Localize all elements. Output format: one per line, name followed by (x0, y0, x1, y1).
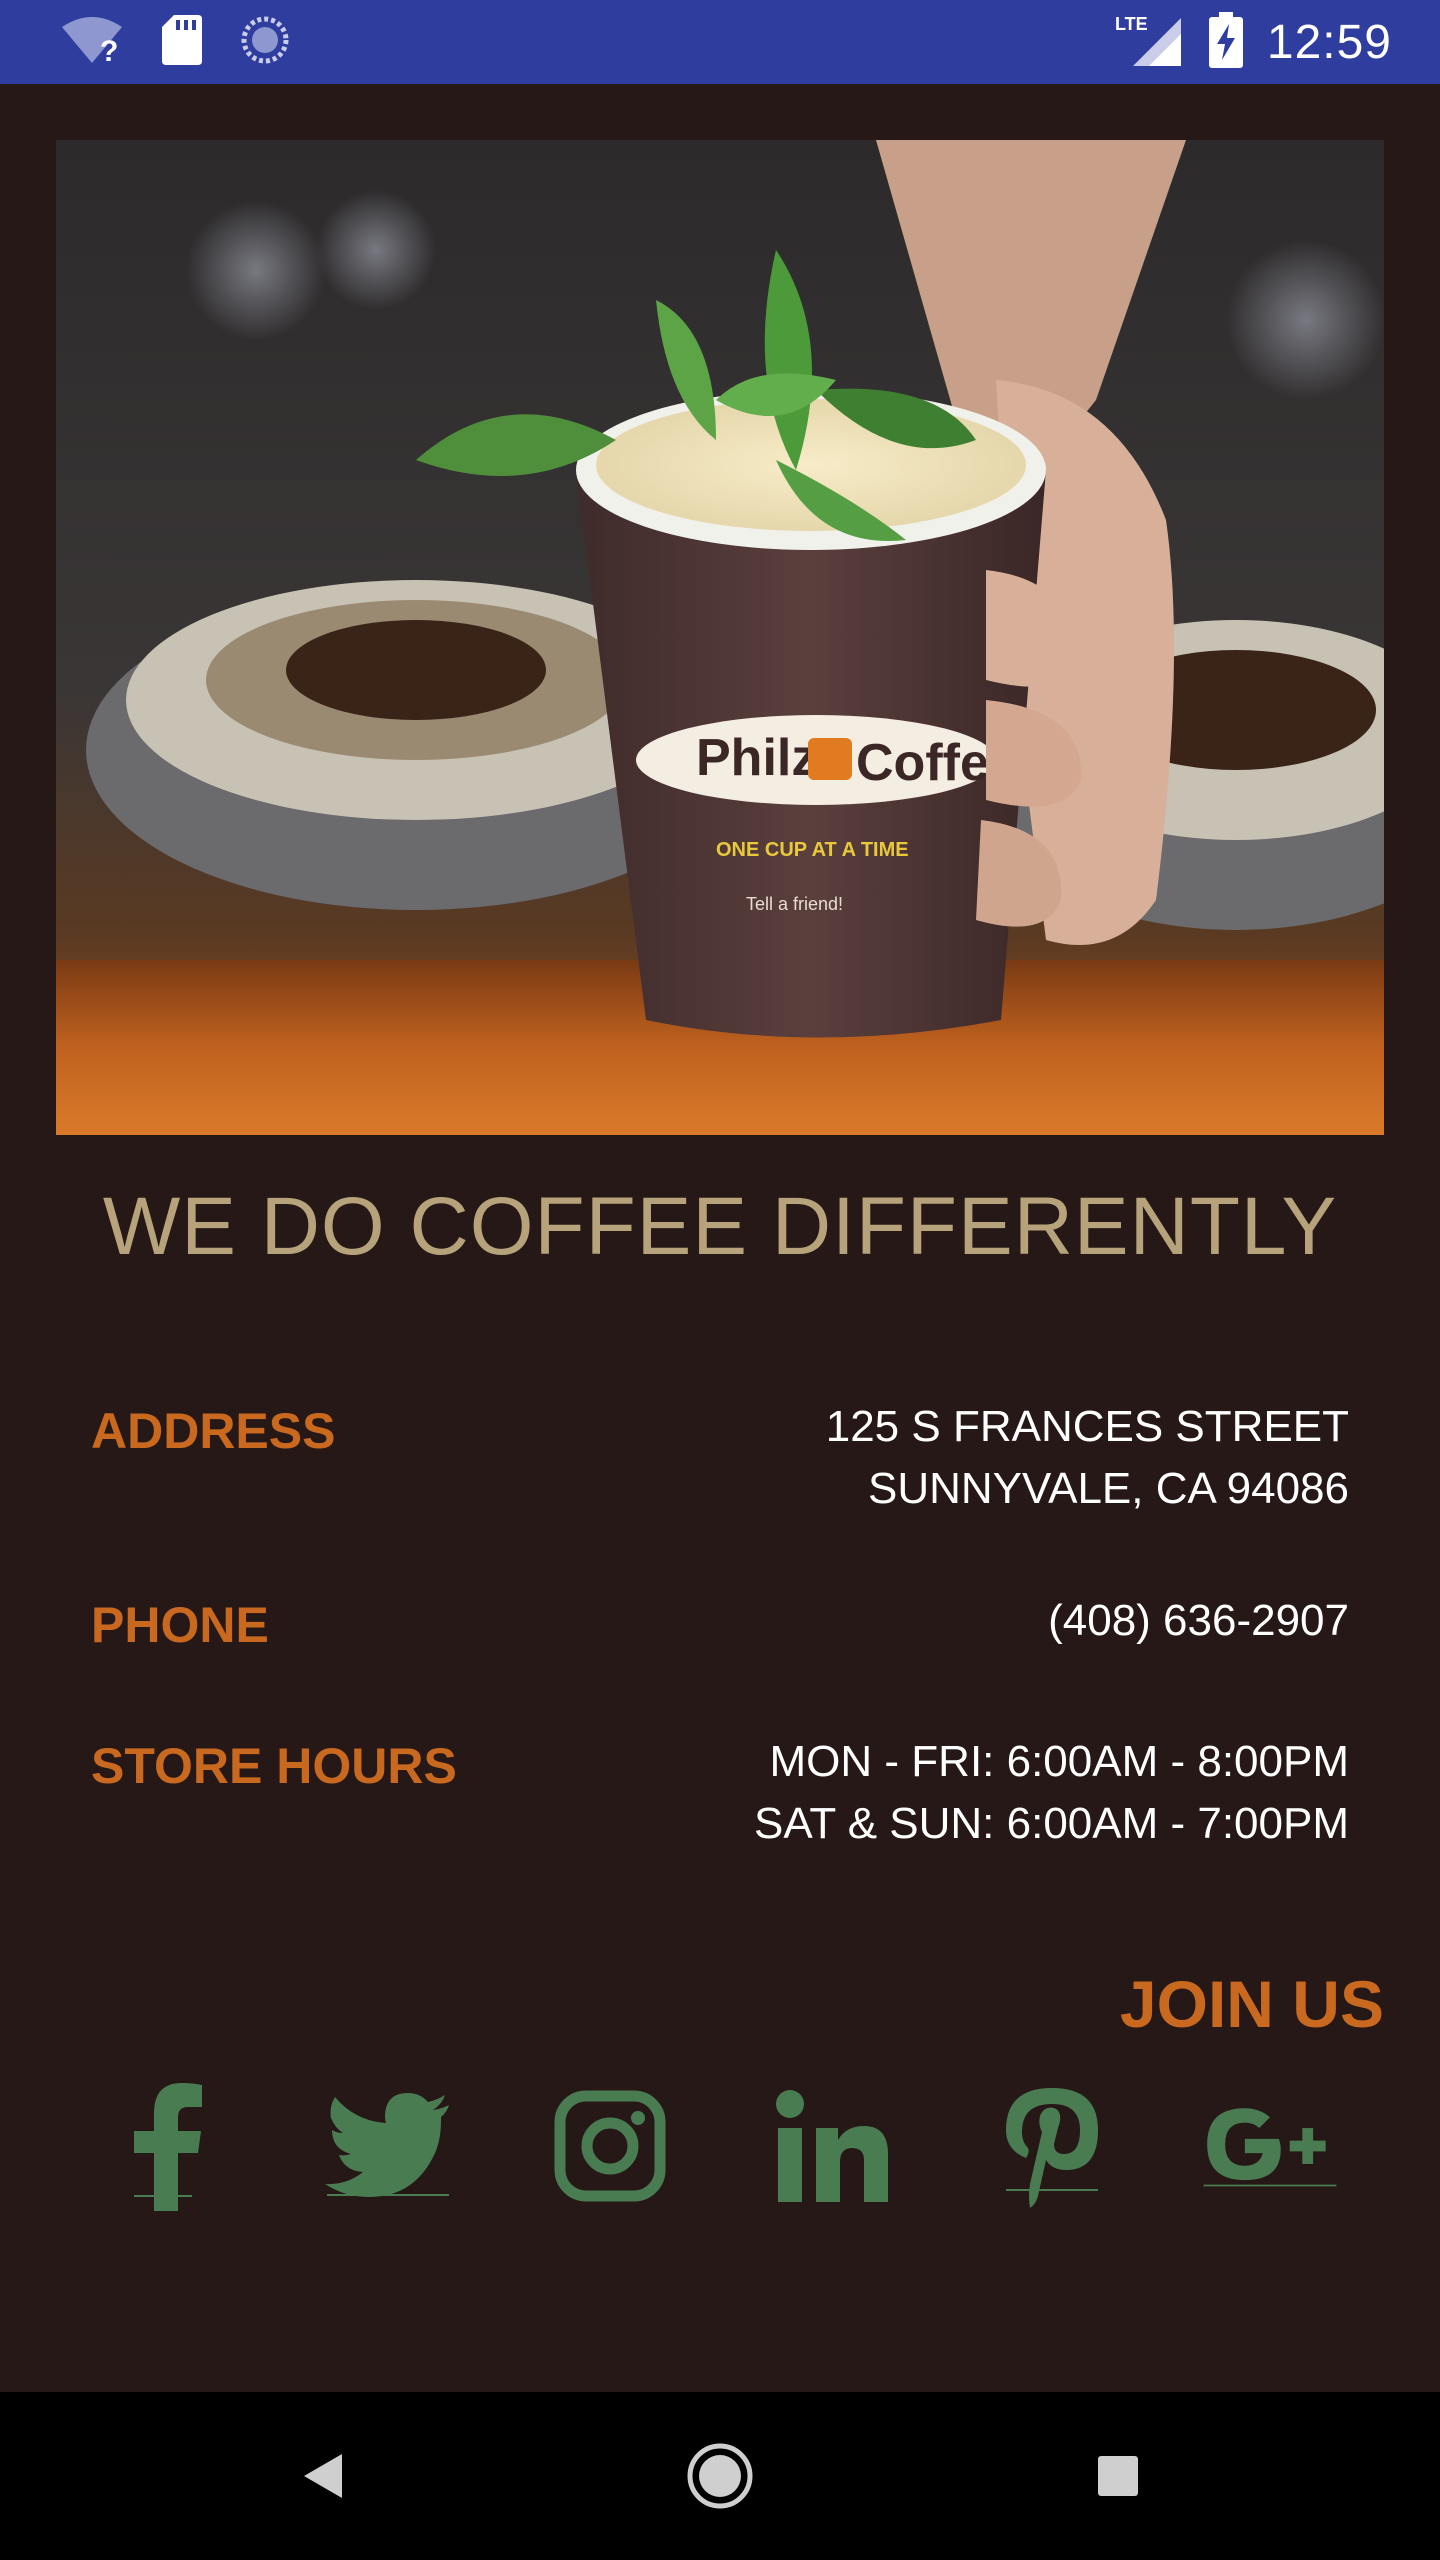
address-row: ADDRESS 125 S FRANCES STREET SUNNYVALE, … (91, 1396, 1349, 1526)
phone-row: PHONE (408) 636-2907 (91, 1590, 1349, 1660)
hours-row: STORE HOURS MON - FRI: 6:00AM - 8:00PM S… (91, 1731, 1349, 1861)
svg-text:LTE: LTE (1115, 14, 1148, 34)
sd-card-icon (162, 14, 202, 70)
hours-line-1: MON - FRI: 6:00AM - 8:00PM (769, 1737, 1349, 1786)
hours-label: STORE HOURS (91, 1738, 457, 1794)
status-bar: ? LTE 12:59 (0, 0, 1440, 84)
address-label: ADDRESS (91, 1403, 336, 1459)
instagram-icon[interactable] (540, 2076, 680, 2216)
home-icon[interactable] (670, 2426, 770, 2526)
google-plus-icon[interactable] (1200, 2076, 1340, 2216)
facebook-icon[interactable] (96, 2076, 236, 2216)
linkedin-icon[interactable] (762, 2076, 902, 2216)
status-time: 12:59 (1266, 15, 1392, 69)
lte-signal-icon: LTE (1115, 12, 1185, 73)
battery-charging-icon (1208, 11, 1243, 73)
hours-value: MON - FRI: 6:00AM - 8:00PM SAT & SUN: 6:… (754, 1731, 1349, 1855)
svg-text:Tell a friend!: Tell a friend! (746, 894, 843, 914)
svg-text:ONE CUP AT A TIME: ONE CUP AT A TIME (716, 839, 909, 861)
svg-text:Philz: Philz (696, 729, 817, 787)
wifi-question-icon: ? (60, 15, 124, 70)
phone-value[interactable]: (408) 636-2907 (1048, 1590, 1349, 1652)
twitter-icon[interactable] (318, 2076, 458, 2216)
navigation-bar (0, 2392, 1440, 2560)
address-value[interactable]: 125 S FRANCES STREET SUNNYVALE, CA 94086 (826, 1396, 1349, 1520)
back-icon[interactable] (272, 2426, 372, 2526)
address-line-1: 125 S FRANCES STREET (825, 1402, 1349, 1451)
recents-icon[interactable] (1068, 2426, 1168, 2526)
page-title: WE DO COFFEE DIFFERENTLY (102, 1181, 1338, 1272)
join-us-heading: JOIN US (1119, 1967, 1384, 2041)
svg-text:?: ? (100, 35, 118, 65)
pinterest-icon[interactable] (982, 2076, 1122, 2216)
phone-label: PHONE (91, 1597, 269, 1653)
hero-image: Philz Coffee ONE CUP AT A TIME Tell a fr… (56, 140, 1384, 1135)
address-line-2: SUNNYVALE, CA 94086 (868, 1464, 1349, 1513)
phone-number: (408) 636-2907 (1048, 1596, 1349, 1645)
social-links (0, 2076, 1440, 2216)
sync-circle-icon (240, 15, 290, 70)
hours-line-2: SAT & SUN: 6:00AM - 7:00PM (753, 1799, 1349, 1848)
